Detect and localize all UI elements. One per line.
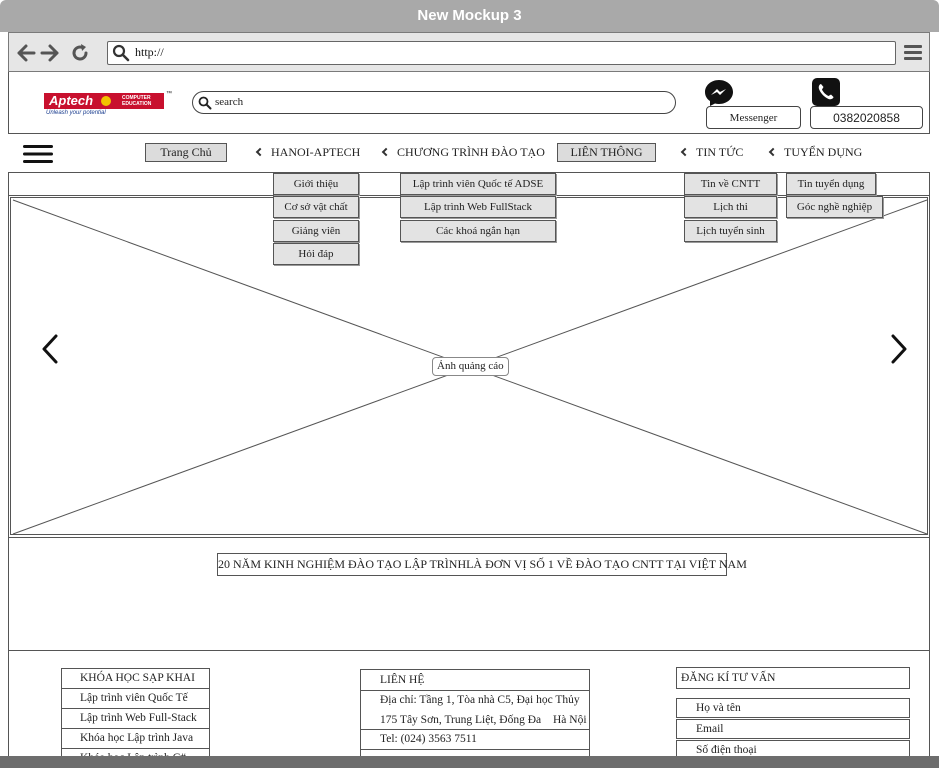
brand-tagline: Unleash your potential <box>46 110 106 116</box>
prev-slide-icon[interactable] <box>38 333 62 365</box>
reload-icon[interactable] <box>69 42 91 64</box>
hamburger-menu-icon[interactable] <box>22 143 54 165</box>
phone-number-button[interactable]: 0382020858 <box>810 106 923 129</box>
footer-address: Địa chỉ: Tầng 1, Tòa nhà C5, Đại học Thủ… <box>361 691 589 730</box>
dropdown-item[interactable]: Tin về CNTT <box>684 173 777 195</box>
chevron-left-icon <box>255 147 265 157</box>
footer-course-link[interactable]: Lập trình viên Quốc Tế <box>62 689 209 709</box>
back-icon[interactable] <box>15 42 37 64</box>
site-search-input[interactable]: search <box>192 91 676 114</box>
banner-label: Ảnh quảng cáo <box>432 357 509 376</box>
dropdown-item[interactable]: Lịch thi <box>684 196 777 218</box>
register-email-field[interactable]: Email <box>676 719 910 739</box>
nav-home[interactable]: Trang Chủ <box>145 143 227 162</box>
dropdown-item[interactable]: Lập trình viên Quốc tế ADSE <box>400 173 556 195</box>
ad-banner: Ảnh quảng cáo <box>10 197 928 535</box>
chevron-left-icon <box>381 147 391 157</box>
brand-sub: COMPUTER EDUCATION <box>122 95 152 107</box>
dropdown-item[interactable]: Lập trình Web FullStack <box>400 196 556 218</box>
aptech-logo[interactable]: Aptech COMPUTER EDUCATION ™ Unleash your… <box>42 91 174 119</box>
search-icon <box>198 96 212 110</box>
footer-course-link[interactable]: Khóa học Lập trình Java <box>62 729 209 749</box>
search-placeholder: search <box>215 96 244 108</box>
footer-tel: Tel: (024) 3563 7511 <box>361 730 589 750</box>
footer-courses-title: KHÓA HỌC SẠP KHAI <box>62 669 209 689</box>
dropdown-item[interactable]: Các khoá ngắn hạn <box>400 220 556 242</box>
nav-hanoi-label: HANOI-APTECH <box>271 145 361 159</box>
footer-address-line1: Địa chỉ: Tầng 1, Tòa nhà C5, Đại học Thủ… <box>380 694 580 706</box>
footer-course-link[interactable]: Lập trình Web Full-Stack <box>62 709 209 729</box>
browser-menu-icon[interactable] <box>903 43 923 61</box>
dropdown-item[interactable]: Cơ sở vật chất <box>273 196 359 218</box>
register-name-field[interactable]: Họ và tên <box>676 698 910 718</box>
dropdown-item[interactable]: Giới thiệu <box>273 173 359 195</box>
forward-icon[interactable] <box>39 42 61 64</box>
url-text: http:// <box>135 45 164 59</box>
brand-name: Aptech <box>49 93 94 108</box>
chevron-left-icon <box>680 147 690 157</box>
dropdown-item[interactable]: Góc nghề nghiệp <box>786 196 883 218</box>
footer-contact: LIÊN HỆ Địa chỉ: Tầng 1, Tòa nhà C5, Đại… <box>360 669 590 762</box>
window-titlebar: New Mockup 3 <box>0 0 939 32</box>
chevron-left-icon <box>768 147 778 157</box>
footer-register-title: ĐĂNG KÍ TƯ VẤN <box>676 667 910 689</box>
dropdown-item[interactable]: Tin tuyển dụng <box>786 173 876 195</box>
nav-program-label: CHƯƠNG TRÌNH ĐÀO TẠO <box>397 145 545 159</box>
address-bar[interactable]: http:// <box>107 41 896 65</box>
next-slide-icon[interactable] <box>887 333 911 365</box>
window-title: New Mockup 3 <box>417 7 522 24</box>
search-icon <box>112 44 130 62</box>
nav-program[interactable]: CHƯƠNG TRÌNH ĐÀO TẠO <box>381 144 545 160</box>
dropdown-item[interactable]: Hỏi đáp <box>273 243 359 265</box>
nav-jobs[interactable]: TUYỂN DỤNG <box>768 144 863 160</box>
nav-hanoi-aptech[interactable]: HANOI-APTECH <box>255 144 361 160</box>
tagline-text: 20 NĂM KINH NGHIỆM ĐÀO TẠO LẬP TRÌNHLÀ Đ… <box>217 553 747 576</box>
nav-lien-thong[interactable]: LIÊN THÔNG <box>557 143 656 162</box>
messenger-icon[interactable] <box>704 78 734 108</box>
phone-icon[interactable] <box>812 78 840 106</box>
nav-jobs-label: TUYỂN DỤNG <box>784 145 863 159</box>
footer-address-city: Hà Nội <box>553 713 587 726</box>
nav-news-label: TIN TỨC <box>696 145 744 159</box>
browser-toolbar: http:// <box>8 32 930 72</box>
footer-courses: KHÓA HỌC SẠP KHAI Lập trình viên Quốc Tế… <box>61 668 210 764</box>
window-bottom-edge <box>0 756 939 768</box>
dropdown-item[interactable]: Giảng viên <box>273 220 359 242</box>
messenger-button[interactable]: Messenger <box>706 106 801 129</box>
footer-contact-title: LIÊN HỆ <box>361 670 589 691</box>
dropdown-item[interactable]: Lịch tuyển sinh <box>684 220 777 242</box>
trademark-mark: ™ <box>166 91 172 97</box>
nav-news[interactable]: TIN TỨC <box>680 144 744 160</box>
